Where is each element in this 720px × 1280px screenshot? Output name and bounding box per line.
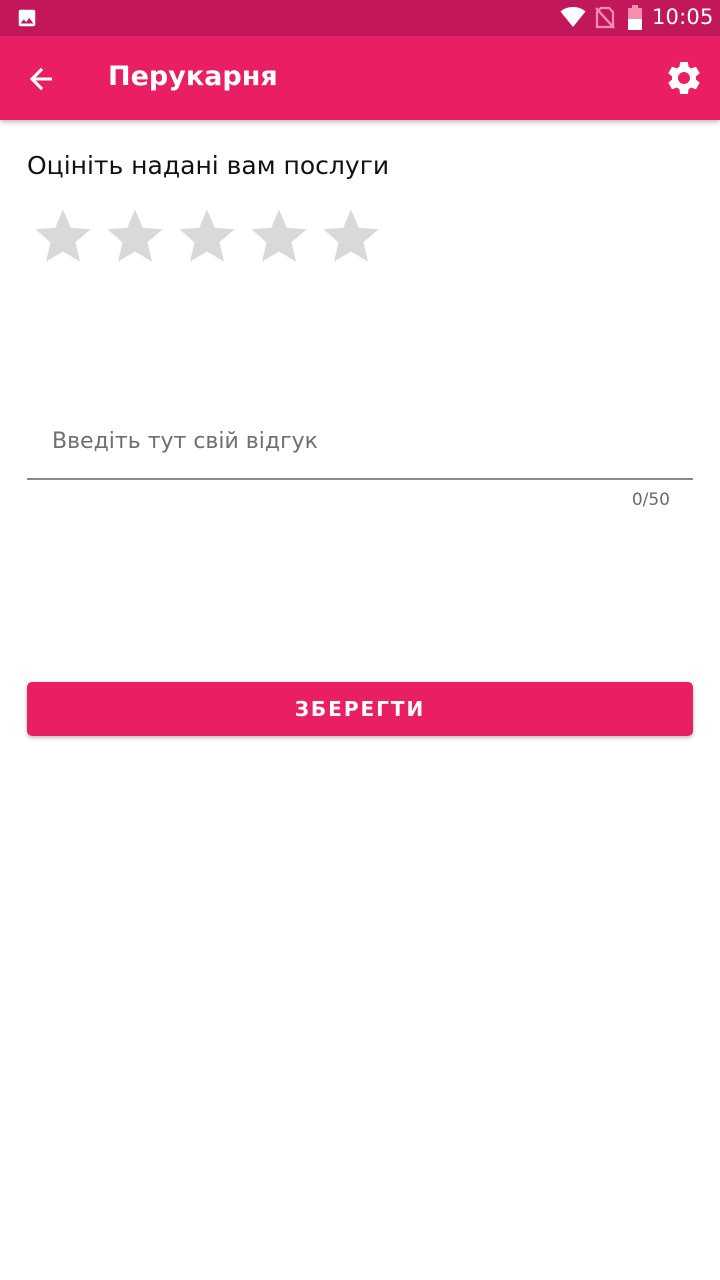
no-sim-icon: [595, 6, 615, 29]
star-icon[interactable]: [102, 204, 168, 270]
char-counter: 0/50: [631, 490, 670, 510]
star-icon[interactable]: [174, 204, 240, 270]
save-button[interactable]: ЗБЕРЕГТИ: [27, 682, 693, 736]
status-bar: 10:05: [0, 0, 720, 36]
review-input[interactable]: [27, 404, 693, 480]
gear-icon[interactable]: [664, 58, 704, 98]
star-icon[interactable]: [30, 204, 96, 270]
app-bar: Перукарня: [0, 36, 720, 120]
back-arrow-icon[interactable]: [18, 56, 64, 102]
wifi-icon: [560, 7, 586, 27]
star-icon[interactable]: [246, 204, 312, 270]
battery-icon: [628, 5, 642, 30]
star-icon[interactable]: [318, 204, 384, 270]
status-clock: 10:05: [652, 5, 714, 29]
rating-label: Оцініть надані вам послуги: [27, 151, 390, 180]
page-title: Перукарня: [108, 61, 278, 92]
gallery-icon: [18, 9, 36, 27]
